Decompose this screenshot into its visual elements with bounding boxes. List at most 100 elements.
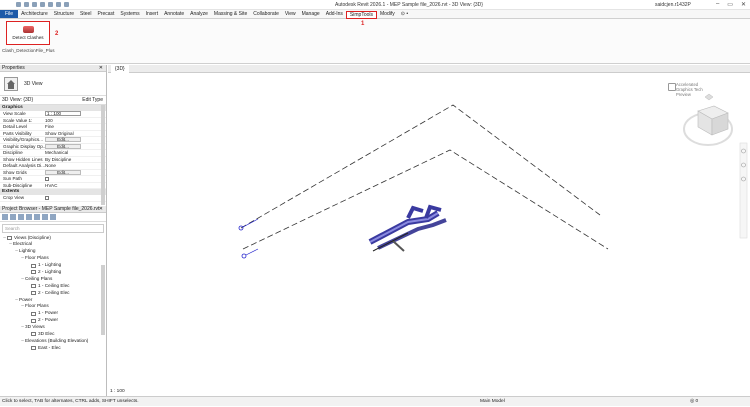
property-name: Detail Level — [3, 124, 28, 129]
close-icon[interactable]: ✕ — [99, 65, 103, 72]
tree-item[interactable]: 2 - Power — [0, 317, 106, 324]
detect-clashes-button[interactable]: Detect Clashes — [6, 21, 50, 45]
property-name: Graphic Display Op... — [3, 143, 45, 149]
quick-access-toolbar[interactable] — [0, 2, 69, 7]
view-icon — [31, 346, 36, 351]
text-icon[interactable] — [64, 2, 69, 7]
view-canvas[interactable]: {3D} Accelerated Graphics Tech Preview 1… — [108, 65, 750, 396]
save-icon[interactable] — [24, 2, 29, 7]
property-name: View Scale — [3, 111, 26, 116]
browser-view-icon[interactable] — [18, 213, 24, 220]
tree-item[interactable]: –3D Views — [0, 324, 106, 331]
tab-insert[interactable]: Insert — [143, 10, 162, 18]
tree-item[interactable]: – Elevations (Building Elevation) — [0, 338, 106, 345]
tab-massing-site[interactable]: Massing & Site — [211, 10, 250, 18]
annotation-marker-1: 1 — [361, 21, 365, 27]
close-button[interactable]: ✕ — [741, 1, 746, 8]
duct-assembly[interactable] — [368, 204, 447, 252]
property-name: Show Hidden Lines — [3, 156, 43, 162]
browser-link-icon[interactable] — [50, 213, 56, 220]
property-value: By Discipline — [45, 156, 72, 162]
browser-home-icon[interactable] — [2, 213, 8, 220]
tree-item-label: East - Elec — [38, 344, 61, 350]
grid-bubble-2[interactable] — [241, 248, 259, 259]
tree-item[interactable]: 1 - Ceiling Elec — [0, 283, 106, 290]
view-instance-selector[interactable]: 3D View: {3D} Edit Type — [0, 96, 106, 105]
browser-scrollbar[interactable] — [101, 265, 105, 335]
tab-modify[interactable]: Modify — [377, 10, 398, 18]
tree-item-label: Floor Plans — [25, 255, 49, 261]
tab-annotate[interactable]: Annotate — [161, 10, 187, 18]
edit-button[interactable]: Edit... — [45, 143, 81, 149]
accelerated-graphics-toggle[interactable]: Accelerated Graphics Tech Preview — [668, 82, 706, 97]
open-icon[interactable] — [16, 2, 21, 7]
tab-precast[interactable]: Precast — [94, 10, 117, 18]
browser-search-input[interactable]: Search — [2, 223, 104, 233]
view-selector-value: 3D View: {3D} — [2, 97, 34, 103]
tab-steel[interactable]: Steel — [77, 10, 94, 18]
browser-family-icon[interactable] — [34, 213, 40, 220]
tab-architecture[interactable]: Architecture — [18, 10, 51, 18]
properties-grid: View Scale 1 : 100 Scale Value 1: 100 Detail… — [0, 111, 106, 189]
tree-item[interactable]: – Power — [0, 297, 106, 304]
ribbon-panel: Detect Clashes Clash_DetectionFile_Plus … — [0, 19, 750, 64]
properties-scrollbar[interactable] — [101, 105, 105, 205]
undo-icon[interactable] — [32, 2, 37, 7]
user-account[interactable]: saidcjen.r1432P — [655, 2, 691, 8]
tab-structure[interactable]: Structure — [51, 10, 77, 18]
property-row[interactable]: Crop View — [0, 195, 106, 202]
view-icon — [31, 291, 36, 296]
tree-item[interactable]: – Lighting — [0, 248, 106, 255]
tree-item[interactable]: 3D Elec — [0, 331, 106, 338]
view-icon — [31, 332, 36, 337]
property-checkbox[interactable] — [45, 177, 49, 181]
viewcube[interactable] — [683, 93, 733, 146]
tree-item[interactable]: – Floor Plans — [0, 303, 106, 310]
tab-analyze[interactable]: Analyze — [187, 10, 211, 18]
detect-clashes-label: Detect Clashes — [12, 35, 44, 40]
property-value[interactable]: 1 : 100 — [45, 111, 81, 116]
edit-type-button[interactable]: Edit Type — [82, 97, 103, 103]
tab--[interactable]: ⊙ • — [398, 10, 411, 18]
grid-bubble-1[interactable] — [238, 218, 259, 231]
property-value: 100 — [45, 117, 53, 123]
property-name: Sun Path — [3, 176, 22, 181]
tree-item[interactable]: 1 - Power — [0, 310, 106, 317]
browser-group-icon[interactable] — [42, 213, 48, 220]
tree-item[interactable]: 2 - Ceiling Elec — [0, 290, 106, 297]
tab-systems[interactable]: Systems — [117, 10, 142, 18]
tab-collaborate[interactable]: Collaborate — [250, 10, 282, 18]
tab-add-ins[interactable]: Add-Ins — [323, 10, 346, 18]
browser-sheet-icon[interactable] — [26, 213, 32, 220]
maximize-button[interactable]: ▭ — [727, 1, 733, 8]
tree-item[interactable]: 1 - Lighting — [0, 262, 106, 269]
status-bar: Click to select, TAB for alternates, CTR… — [0, 396, 750, 406]
browser-folder-icon[interactable] — [10, 213, 16, 220]
type-selector[interactable]: 3D View — [0, 72, 106, 96]
tree-item[interactable]: – Floor Plans — [0, 255, 106, 262]
view-tab-3d[interactable]: {3D} — [111, 65, 129, 73]
edit-button[interactable]: Edit... — [45, 137, 81, 142]
grid-line-inner[interactable] — [242, 149, 609, 250]
tab-file[interactable]: File — [0, 10, 19, 18]
edit-button[interactable]: Edit... — [45, 169, 81, 175]
tree-item[interactable]: – Ceiling Plans — [0, 276, 106, 283]
tab-view[interactable]: View — [282, 10, 299, 18]
minimize-button[interactable]: – — [716, 1, 719, 8]
tree-item[interactable]: East - Elec — [0, 345, 106, 352]
tab-simptools[interactable]: SimpTools — [345, 11, 377, 19]
tree-item-label: 1 - Power — [38, 310, 59, 316]
tab-manage[interactable]: Manage — [299, 10, 323, 18]
property-value: None — [45, 163, 56, 168]
tree-item[interactable]: 2 - Lighting — [0, 269, 106, 276]
print-icon[interactable] — [48, 2, 53, 7]
measure-icon[interactable] — [56, 2, 61, 7]
view-scale[interactable]: 1 : 100 — [110, 388, 125, 396]
tree-item[interactable]: – Views (Discipline) — [0, 235, 106, 242]
crop-view-checkbox[interactable] — [45, 196, 49, 200]
navigation-bar[interactable] — [739, 142, 748, 239]
tree-item[interactable]: – Electrical — [0, 241, 106, 248]
redo-icon[interactable] — [40, 2, 45, 7]
model-view[interactable] — [108, 73, 750, 396]
close-icon[interactable]: ✕ — [99, 206, 103, 213]
